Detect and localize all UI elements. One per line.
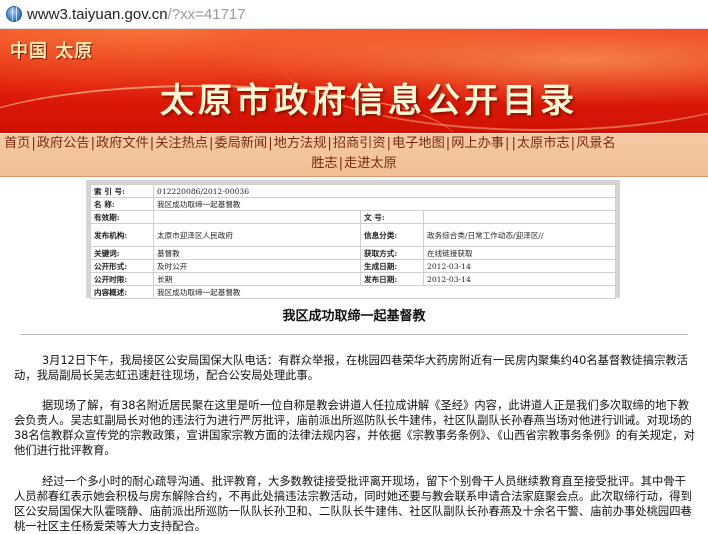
meta-label: 公开时限: — [90, 272, 154, 286]
meta-label: 索 引 号: — [90, 184, 154, 198]
document-meta-table: 索 引 号: 012220086/2012-00036 名 称: 我区成功取缔一… — [90, 184, 616, 299]
meta-label: 文 号: — [360, 210, 424, 224]
main-nav: 首页|政府公告|政府文件|关注热点|委局新闻|地方法规|招商引资|电子地图|网上… — [0, 134, 708, 177]
table-row: 索 引 号: 012220086/2012-00036 — [90, 184, 616, 198]
nav-bureau-news[interactable]: 委局新闻 — [214, 136, 267, 151]
site-logo[interactable]: 中国 太原 — [10, 37, 93, 63]
meta-label: 发布机构: — [90, 223, 154, 247]
meta-label: 名 称: — [90, 197, 154, 211]
globe-icon — [6, 6, 22, 22]
paragraph-text: 3月12日下午，我局接区公安局国保大队电话：有群众举报，在桃园四巷荣华大药房附近… — [14, 354, 688, 382]
meta-label: 公开形式: — [90, 259, 154, 273]
meta-label: 获取方式: — [360, 246, 424, 260]
table-row: 关键词: 基督教 获取方式: 在线链接获取 — [90, 246, 616, 260]
meta-value: 我区成功取缔一起基督教 — [153, 285, 616, 299]
table-row: 有效期: 文 号: — [90, 210, 616, 224]
table-row: 名 称: 我区成功取缔一起基督教 — [90, 197, 616, 211]
article-paragraph: 3月12日下午，我局接区公安局国保大队电话：有群众举报，在桃园四巷荣华大药房附近… — [14, 353, 696, 383]
article-title: 我区成功取缔一起基督教 — [282, 309, 426, 324]
table-row: 内容概述: 我区成功取缔一起基督教 — [90, 285, 616, 299]
meta-value: 在线链接获取 — [423, 246, 616, 260]
meta-label: 内容概述: — [90, 285, 154, 299]
meta-value: 我区成功取缔一起基督教 — [153, 197, 616, 211]
paragraph-text: 经过一个多小时的耐心疏导沟通、批评教育，大多数教徒接受批评离开现场，留下个别骨干… — [14, 475, 692, 533]
url-query: /?xx=41717 — [167, 5, 246, 23]
article-paragraph: 据现场了解，有38名附近居民聚在这里是听一位自称是教会讲道人任拉成讲解《圣经》内… — [14, 398, 696, 458]
table-row: 公开时限: 长期 发布日期: 2012-03-14 — [90, 272, 616, 286]
paragraph-text: 据现场了解，有38名附近居民聚在这里是听一位自称是教会讲道人任拉成讲解《圣经》内… — [14, 399, 695, 457]
nav-hot-topics[interactable]: 关注热点 — [155, 136, 208, 151]
nav-about-taiyuan[interactable]: 走进太原 — [344, 156, 397, 171]
meta-value: 2012-03-14 — [423, 259, 616, 273]
meta-value — [153, 210, 361, 224]
meta-value: 政务综合类/日常工作动态/迎泽区// — [423, 223, 616, 247]
nav-home[interactable]: 首页 — [4, 136, 30, 151]
nav-scenic[interactable]: 风景名 — [576, 136, 616, 151]
meta-value: 长期 — [153, 272, 361, 286]
nav-city-annals[interactable]: 太原市志 — [517, 136, 570, 151]
table-row: 发布机构: 太原市迎泽区人民政府 信息分类: 政务综合类/日常工作动态/迎泽区/… — [90, 223, 616, 247]
nav-e-map[interactable]: 电子地图 — [392, 136, 445, 151]
article-paragraph: 经过一个多小时的耐心疏导沟通、批评教育，大多数教徒接受批评离开现场，留下个别骨干… — [14, 474, 696, 534]
meta-label: 发布日期: — [360, 272, 424, 286]
meta-value — [423, 210, 616, 224]
nav-local-regulations[interactable]: 地方法规 — [274, 136, 327, 151]
table-row: 公开形式: 及时公开 生成日期: 2012-03-14 — [90, 259, 616, 273]
nav-announcements[interactable]: 政府公告 — [37, 136, 90, 151]
nav-line-2: 胜志|走进太原 — [311, 156, 397, 171]
url-text[interactable]: www3.taiyuan.gov.cn/?xx=41717 — [27, 6, 246, 23]
meta-label: 有效期: — [90, 210, 154, 224]
header-banner: 中国 太原 太原市政府信息公开目录 — [0, 29, 708, 133]
meta-value: 2012-03-14 — [423, 272, 616, 286]
nav-investment[interactable]: 招商引资 — [333, 136, 386, 151]
nav-online-services[interactable]: 网上办事 — [451, 136, 504, 151]
meta-label: 生成日期: — [360, 259, 424, 273]
meta-value: 及时公开 — [153, 259, 361, 273]
divider — [20, 334, 688, 335]
page-title: 太原市政府信息公开目录 — [160, 81, 578, 121]
meta-value: 基督教 — [153, 246, 361, 260]
address-bar[interactable]: www3.taiyuan.gov.cn/?xx=41717 — [0, 0, 708, 29]
meta-label: 信息分类: — [360, 223, 424, 247]
meta-label: 关键词: — [90, 246, 154, 260]
nav-scenic-cont[interactable]: 胜志 — [311, 156, 337, 171]
nav-documents[interactable]: 政府文件 — [96, 136, 149, 151]
url-host: www3.taiyuan.gov.cn — [27, 5, 168, 23]
meta-value: 012220086/2012-00036 — [153, 184, 616, 198]
meta-value: 太原市迎泽区人民政府 — [153, 223, 361, 247]
nav-line-1: 首页|政府公告|政府文件|关注热点|委局新闻|地方法规|招商引资|电子地图|网上… — [4, 136, 616, 151]
